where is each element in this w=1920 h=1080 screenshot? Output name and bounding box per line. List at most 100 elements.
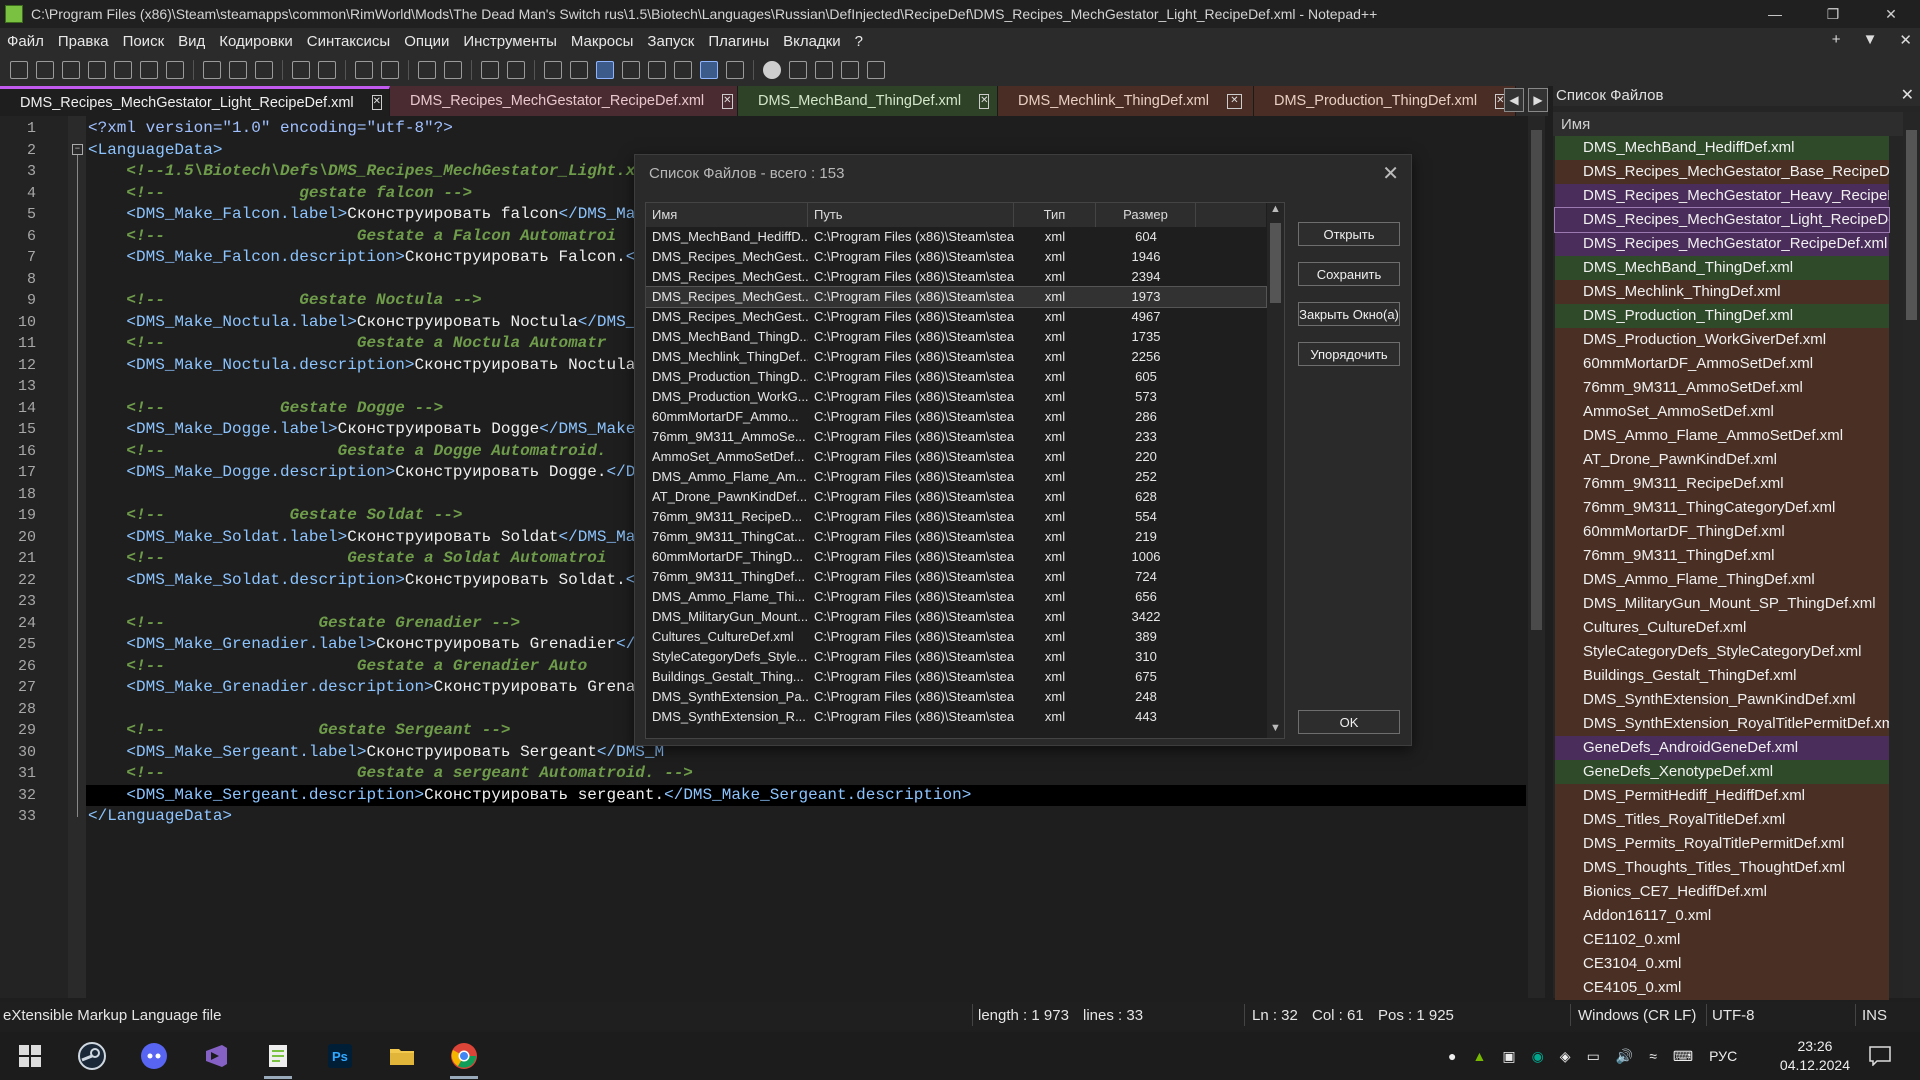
- table-row[interactable]: 60mmMortarDF_ThingD... C:\Program Files (…: [646, 547, 1266, 567]
- table-row[interactable]: DMS_Recipes_MechGest... C:\Program Files …: [646, 267, 1266, 287]
- table-row[interactable]: DMS_SynthExtension_Pa... C:\Program Files…: [646, 687, 1266, 707]
- tab-close-icon[interactable]: ✕: [722, 93, 733, 109]
- replace-icon[interactable]: [381, 61, 399, 79]
- menu-item[interactable]: ?: [848, 33, 870, 50]
- print-icon[interactable]: [166, 61, 184, 79]
- file-list-item[interactable]: DMS_MechBand_HediffDef.xml: [1555, 136, 1889, 160]
- scrollbar-thumb[interactable]: [1531, 130, 1542, 630]
- sync-v-icon[interactable]: [481, 61, 499, 79]
- table-row[interactable]: 76mm_9M311_RecipeD... C:\Program Files (x…: [646, 507, 1266, 527]
- table-row[interactable]: DMS_MechBand_ThingD... C:\Program Files (…: [646, 327, 1266, 347]
- steam-icon[interactable]: [76, 1040, 108, 1072]
- word-wrap-icon[interactable]: [544, 61, 562, 79]
- table-row[interactable]: DMS_Recipes_MechGest... C:\Program Files …: [646, 247, 1266, 267]
- menu-item[interactable]: Макросы: [564, 33, 641, 50]
- copy-icon[interactable]: [229, 61, 247, 79]
- file-list-item[interactable]: 60mmMortarDF_ThingDef.xml: [1555, 520, 1889, 544]
- tab-close-icon[interactable]: ✕: [979, 93, 990, 109]
- visual-studio-icon[interactable]: [200, 1040, 232, 1072]
- windows-start-icon[interactable]: [14, 1040, 46, 1072]
- table-row[interactable]: AmmoSet_AmmoSetDef... C:\Program Files (x…: [646, 447, 1266, 467]
- file-list-item[interactable]: DMS_Ammo_Flame_ThingDef.xml: [1555, 568, 1889, 592]
- notepadpp-taskbar-icon[interactable]: [262, 1040, 294, 1079]
- close-windows-button[interactable]: Закрыть Окно(а): [1298, 302, 1400, 326]
- file-list-item[interactable]: 76mm_9M311_AmmoSetDef.xml: [1555, 376, 1889, 400]
- indent-guide-icon[interactable]: [596, 61, 614, 79]
- file-explorer-icon[interactable]: [386, 1040, 418, 1072]
- tab-3[interactable]: DMS_Mechlink_ThingDef.xml ✕: [998, 86, 1254, 116]
- file-list-item[interactable]: DMS_Recipes_MechGestator_Light_RecipeDef…: [1554, 207, 1890, 233]
- function-list-icon[interactable]: [674, 61, 692, 79]
- tab-scroll-left-icon[interactable]: ◀: [1504, 88, 1524, 112]
- menu-item[interactable]: Кодировки: [212, 33, 299, 50]
- steam-tray-icon[interactable]: ●: [1448, 1048, 1456, 1064]
- menu-right-icon[interactable]: ✕: [1899, 31, 1912, 49]
- table-row[interactable]: DMS_Recipes_MechGest... C:\Program Files …: [646, 307, 1266, 327]
- column-header[interactable]: Имя: [646, 203, 808, 227]
- file-list-view[interactable]: Имя Путь Тип Размер DMS_MechBand_HediffD...…: [645, 202, 1285, 739]
- table-row[interactable]: 76mm_9M311_AmmoSe... C:\Program Files (x8…: [646, 427, 1266, 447]
- file-list-item[interactable]: CE3104_0.xml: [1555, 952, 1889, 976]
- close-icon[interactable]: ✕: [1862, 0, 1920, 28]
- column-header[interactable]: Путь: [808, 203, 1014, 227]
- close-all-icon[interactable]: [140, 61, 158, 79]
- zoom-in-icon[interactable]: [418, 61, 436, 79]
- menu-item[interactable]: Плагины: [701, 33, 776, 50]
- save-button[interactable]: Сохранить: [1298, 262, 1400, 286]
- table-row[interactable]: 60mmMortarDF_Ammo... C:\Program Files (x8…: [646, 407, 1266, 427]
- undo-icon[interactable]: [292, 61, 310, 79]
- stop-icon[interactable]: [789, 61, 807, 79]
- tab-4[interactable]: DMS_Production_ThingDef.xml ✕: [1254, 86, 1516, 116]
- tab-2[interactable]: DMS_MechBand_ThingDef.xml ✕: [738, 86, 998, 116]
- file-list-item[interactable]: DMS_Ammo_Flame_AmmoSetDef.xml: [1555, 424, 1889, 448]
- zoom-out-icon[interactable]: [444, 61, 462, 79]
- battery-icon[interactable]: ▭: [1587, 1048, 1600, 1065]
- file-list-item[interactable]: DMS_Mechlink_ThingDef.xml: [1555, 280, 1889, 304]
- tab-1[interactable]: DMS_Recipes_MechGestator_RecipeDef.xml ✕: [390, 86, 738, 116]
- scrollbar-thumb[interactable]: [1906, 130, 1917, 320]
- file-list-item[interactable]: AT_Drone_PawnKindDef.xml: [1555, 448, 1889, 472]
- tab-scroll-right-icon[interactable]: ▶: [1528, 88, 1548, 112]
- open-button[interactable]: Открыть: [1298, 222, 1400, 246]
- file-list-item[interactable]: 76mm_9M311_ThingCategoryDef.xml: [1555, 496, 1889, 520]
- save-macro-icon[interactable]: [867, 61, 885, 79]
- file-list-item[interactable]: DMS_Recipes_MechGestator_RecipeDef.xml: [1555, 232, 1889, 256]
- column-header[interactable]: Размер: [1096, 203, 1196, 227]
- list-scrollbar[interactable]: ▲ ▼: [1267, 203, 1284, 738]
- table-row[interactable]: 76mm_9M311_ThingCat... C:\Program Files (…: [646, 527, 1266, 547]
- file-list-item[interactable]: DMS_Thoughts_Titles_ThoughtDef.xml: [1555, 856, 1889, 880]
- file-list-item[interactable]: DMS_Production_ThingDef.xml: [1555, 304, 1889, 328]
- editor-scrollbar[interactable]: [1528, 116, 1545, 998]
- table-row[interactable]: DMS_Production_ThingD... C:\Program Files…: [646, 367, 1266, 387]
- nvidia-tray-icon[interactable]: ▲: [1472, 1048, 1486, 1064]
- sync-h-icon[interactable]: [507, 61, 525, 79]
- table-row[interactable]: Buildings_Gestalt_Thing... C:\Program Fil…: [646, 667, 1266, 687]
- table-row[interactable]: AT_Drone_PawnKindDef... C:\Program Files …: [646, 487, 1266, 507]
- file-list-item[interactable]: DMS_PermitHediff_HediffDef.xml: [1555, 784, 1889, 808]
- file-list-item[interactable]: DMS_Recipes_MechGestator_Base_RecipeDef.…: [1555, 160, 1889, 184]
- file-list-item[interactable]: GeneDefs_XenotypeDef.xml: [1555, 760, 1889, 784]
- file-list-item[interactable]: DMS_Production_WorkGiverDef.xml: [1555, 328, 1889, 352]
- keyboard-icon[interactable]: ⌨: [1673, 1048, 1693, 1065]
- file-list-item[interactable]: DMS_Recipes_MechGestator_Heavy_RecipeDe.…: [1555, 184, 1889, 208]
- find-icon[interactable]: [355, 61, 373, 79]
- status-eol[interactable]: Windows (CR LF): [1578, 1007, 1696, 1024]
- file-list-item[interactable]: Buildings_Gestalt_ThingDef.xml: [1555, 664, 1889, 688]
- chrome-icon[interactable]: [448, 1040, 480, 1079]
- discord-icon[interactable]: [138, 1040, 170, 1072]
- close-icon[interactable]: [114, 61, 132, 79]
- menu-item[interactable]: Синтаксисы: [300, 33, 397, 50]
- ok-button[interactable]: OK: [1298, 710, 1400, 734]
- table-row[interactable]: Cultures_CultureDef.xml C:\Program Files …: [646, 627, 1266, 647]
- monitor-icon[interactable]: [726, 61, 744, 79]
- file-list-item[interactable]: Cultures_CultureDef.xml: [1555, 616, 1889, 640]
- security-tray-icon[interactable]: ◈: [1560, 1048, 1571, 1065]
- save-all-icon[interactable]: [88, 61, 106, 79]
- close-panel-icon[interactable]: ✕: [1901, 85, 1914, 105]
- doc-map-icon[interactable]: [648, 61, 666, 79]
- file-list-item[interactable]: DMS_Permits_RoyalTitlePermitDef.xml: [1555, 832, 1889, 856]
- table-row[interactable]: DMS_SynthExtension_R... C:\Program Files …: [646, 707, 1266, 727]
- tab-0[interactable]: DMS_Recipes_MechGestator_Light_RecipeDef…: [0, 86, 390, 116]
- play-icon[interactable]: [815, 61, 833, 79]
- file-list-item[interactable]: DMS_SynthExtension_RoyalTitlePermitDef.x…: [1555, 712, 1889, 736]
